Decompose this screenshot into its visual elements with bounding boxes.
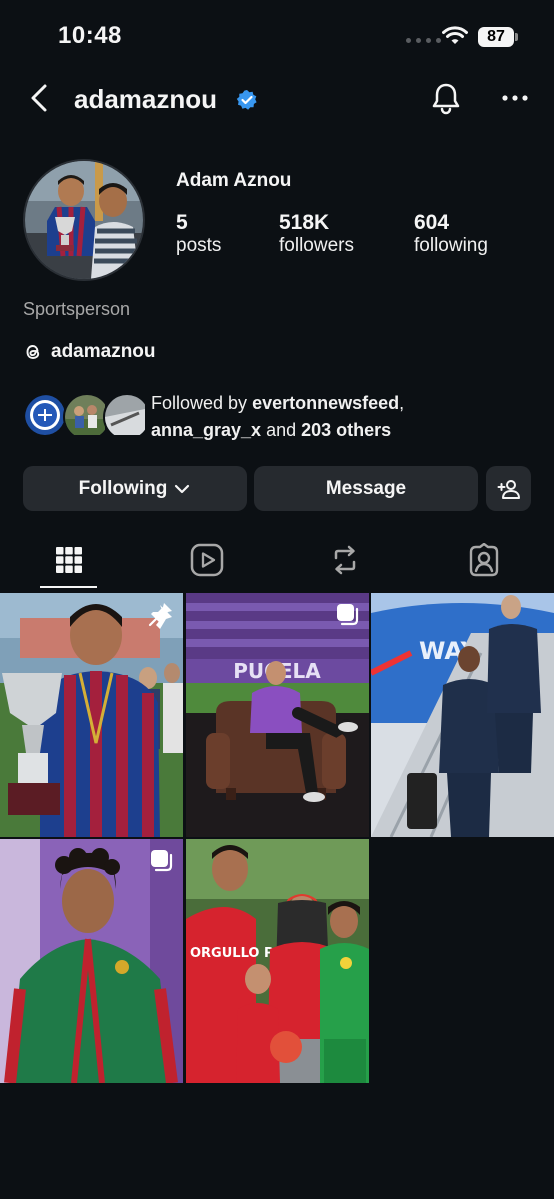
profile-category: Sportsperson bbox=[23, 299, 131, 319]
post-image: WAYS bbox=[371, 593, 554, 837]
tab-tagged[interactable] bbox=[464, 540, 504, 580]
pinned-icon bbox=[148, 601, 174, 627]
threads-link[interactable]: adamaznou bbox=[23, 341, 156, 363]
following-count[interactable]: 604 following bbox=[414, 211, 488, 257]
post-thumbnail[interactable]: PUCELA bbox=[186, 593, 369, 837]
profile-username: adamaznou bbox=[74, 84, 218, 114]
following-button-label: Following bbox=[78, 477, 168, 499]
carousel-icon bbox=[148, 847, 174, 873]
battery-tip bbox=[515, 33, 518, 41]
repost-icon bbox=[334, 545, 356, 575]
posts-count-label: posts bbox=[176, 235, 222, 256]
add-person-icon bbox=[497, 479, 520, 499]
mutual-followers-avatars[interactable] bbox=[23, 393, 151, 441]
posts-count-value: 5 bbox=[176, 211, 188, 234]
threads-handle: adamaznou bbox=[51, 341, 156, 362]
post-image: PUCELA bbox=[186, 593, 369, 837]
tab-reposts[interactable] bbox=[325, 540, 365, 580]
message-button[interactable]: Message bbox=[254, 466, 478, 511]
grid-icon bbox=[56, 547, 82, 573]
profile-display-name: Adam Aznou bbox=[176, 170, 292, 191]
post-thumbnail[interactable] bbox=[0, 839, 183, 1083]
post-thumbnail[interactable]: WAYS bbox=[371, 593, 554, 837]
following-button[interactable]: Following bbox=[23, 466, 247, 511]
followers-count[interactable]: 518K followers bbox=[279, 211, 354, 257]
followed-by-separator: , bbox=[399, 393, 405, 413]
followed-by-others[interactable]: 203 others bbox=[301, 420, 391, 440]
active-tab-indicator bbox=[40, 586, 97, 588]
followed-by-user-2[interactable]: anna_gray_x bbox=[151, 420, 261, 440]
more-options-button[interactable] bbox=[498, 80, 532, 116]
post-thumbnail[interactable] bbox=[0, 593, 183, 837]
tab-posts[interactable] bbox=[49, 540, 89, 580]
status-time: 10:48 bbox=[58, 22, 122, 49]
more-horizontal-icon bbox=[502, 95, 528, 101]
post-thumbnail[interactable]: ORGULLO PASIÓN bbox=[186, 839, 369, 1083]
chevron-down-icon bbox=[175, 484, 190, 493]
wifi-icon bbox=[442, 26, 468, 51]
cellular-signal-icon bbox=[406, 38, 441, 43]
message-button-label: Message bbox=[325, 477, 407, 499]
tab-reels[interactable] bbox=[187, 540, 227, 580]
suggested-users-button[interactable] bbox=[486, 466, 531, 511]
tagged-icon bbox=[469, 543, 499, 577]
post-image bbox=[0, 593, 183, 837]
followers-count-value: 518K bbox=[279, 211, 330, 234]
chevron-left-icon bbox=[31, 84, 47, 112]
followed-by-text[interactable]: Followed by evertonnewsfeed, anna_gray_x … bbox=[151, 390, 531, 444]
notifications-button[interactable] bbox=[428, 80, 464, 116]
battery-icon: 87 bbox=[478, 27, 514, 47]
reels-icon bbox=[190, 543, 224, 577]
following-count-label: following bbox=[414, 235, 488, 256]
post-image bbox=[0, 839, 183, 1083]
carousel-icon bbox=[334, 601, 360, 627]
profile-avatar[interactable] bbox=[23, 159, 145, 281]
followed-by-prefix: Followed by bbox=[151, 393, 253, 413]
mutual-follower-avatar bbox=[103, 393, 151, 441]
bell-icon bbox=[432, 83, 460, 115]
posts-count[interactable]: 5 posts bbox=[176, 211, 221, 257]
followers-count-label: followers bbox=[279, 235, 354, 256]
verified-badge-icon bbox=[236, 89, 258, 116]
threads-icon bbox=[26, 345, 40, 359]
followed-by-user-1[interactable]: evertonnewsfeed bbox=[252, 393, 399, 413]
back-button[interactable] bbox=[22, 80, 58, 116]
followed-by-and: and bbox=[261, 420, 302, 440]
post-image: ORGULLO PASIÓN bbox=[186, 839, 369, 1083]
following-count-value: 604 bbox=[414, 211, 450, 234]
